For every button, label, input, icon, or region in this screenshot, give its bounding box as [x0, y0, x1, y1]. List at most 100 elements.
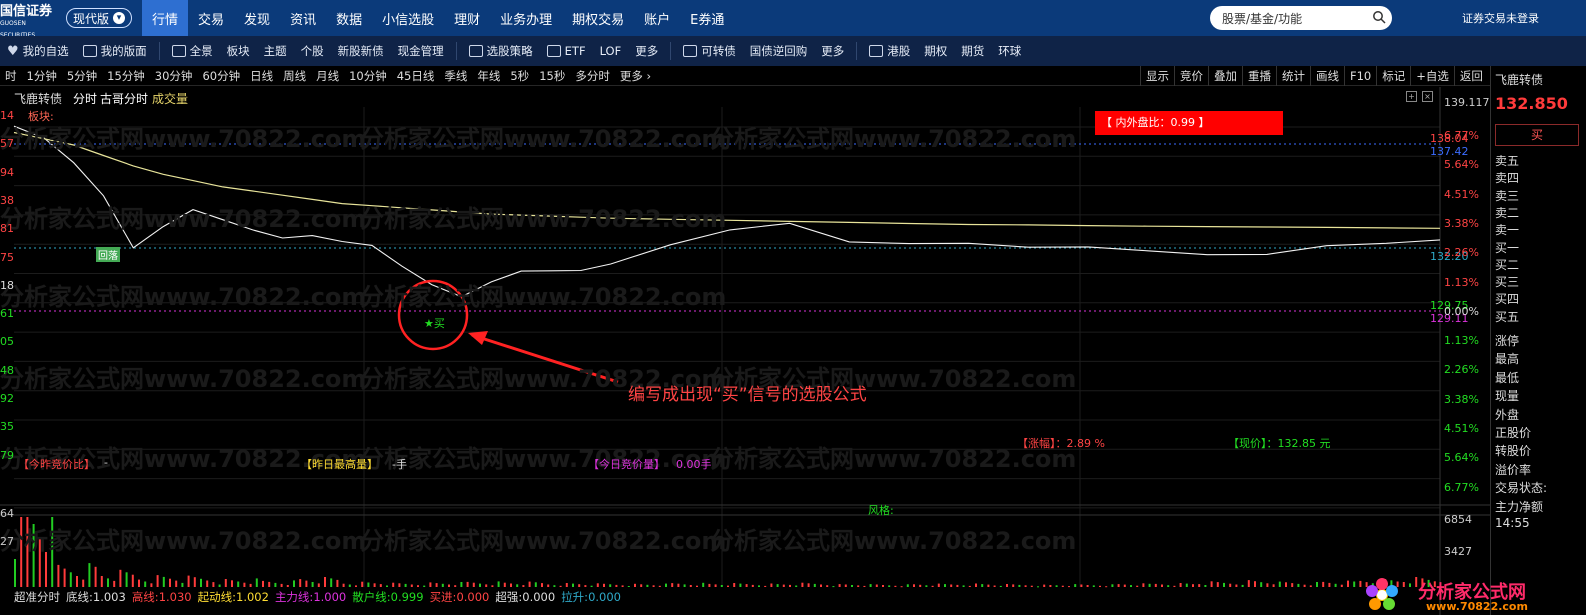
- volume-bar: [987, 584, 990, 587]
- volume-bar: [231, 580, 233, 587]
- watermark-text: 分析家公式网www.70822.com: [710, 125, 1076, 153]
- menu-item[interactable]: 小信选股: [372, 0, 444, 36]
- menu-item[interactable]: 期权交易: [562, 0, 634, 36]
- volume-bar: [1061, 585, 1064, 587]
- percent-axis-label: 6.77%: [1444, 480, 1479, 494]
- tool-button[interactable]: 叠加: [1208, 66, 1242, 86]
- menu-item[interactable]: 资讯: [280, 0, 326, 36]
- subbar-item[interactable]: 环球: [991, 43, 1028, 59]
- period-tab[interactable]: 60分钟: [197, 68, 245, 84]
- version-switch[interactable]: 现代版 ▾: [66, 8, 133, 28]
- tool-button[interactable]: 标记: [1376, 66, 1410, 86]
- tool-button[interactable]: +自选: [1410, 66, 1454, 86]
- volume-bar: [590, 585, 593, 587]
- search-icon[interactable]: [1372, 10, 1386, 27]
- period-tab[interactable]: 月线: [311, 68, 344, 84]
- menu-item[interactable]: 交易: [188, 0, 234, 36]
- quote-panel: 飞鹿转债 132.850 买 卖五 卖四 卖三 卖二 卖一 买一 买二 买三 买四 买五 涨停 最高…: [1490, 66, 1586, 615]
- indicator-item: 底线:1.003: [66, 589, 126, 605]
- tab-fenshi[interactable]: 分时: [73, 90, 97, 107]
- volume-bar: [795, 585, 798, 587]
- volume-bar: [491, 585, 494, 587]
- subbar-item[interactable]: 我的版面: [76, 43, 154, 59]
- subbar-item[interactable]: 期货: [954, 43, 991, 59]
- menu-item[interactable]: 行情: [142, 0, 189, 36]
- menu-item[interactable]: E券通: [680, 0, 734, 36]
- percent-axis-label: 2.26%: [1444, 246, 1479, 260]
- tab-volume[interactable]: 成交量: [152, 90, 188, 107]
- volume-bar: [1105, 586, 1108, 588]
- period-tab[interactable]: 时: [0, 68, 22, 84]
- subbar-item[interactable]: ETF: [540, 44, 593, 58]
- menu-item[interactable]: 发现: [234, 0, 280, 36]
- volume-bar: [782, 584, 785, 587]
- menu-item[interactable]: 业务办理: [490, 0, 562, 36]
- period-tab[interactable]: 年线: [472, 68, 505, 84]
- period-tab[interactable]: 5分钟: [62, 68, 102, 84]
- subbar-item[interactable]: 更多: [628, 43, 665, 59]
- menu-item[interactable]: 数据: [326, 0, 372, 36]
- period-tab[interactable]: 15分钟: [102, 68, 150, 84]
- tool-button[interactable]: 竞价: [1174, 66, 1208, 86]
- tool-button[interactable]: 统计: [1276, 66, 1310, 86]
- period-tab[interactable]: 30分钟: [150, 68, 198, 84]
- volume-bar: [944, 584, 946, 587]
- order-book-row: 卖二: [1495, 205, 1520, 220]
- subbar-item[interactable]: 国债逆回购: [743, 43, 815, 59]
- intraday-chart[interactable]: 分析家公式网www.70822.com 分析家公式网www.70822.com 分析…: [0, 87, 1490, 615]
- tool-button[interactable]: 返回: [1453, 66, 1488, 86]
- login-status[interactable]: 证券交易未登录: [1462, 10, 1539, 26]
- volume-bar: [999, 585, 1002, 587]
- buy-button[interactable]: 买: [1495, 124, 1579, 146]
- left-axis-label: 48: [0, 363, 14, 377]
- volume-bar: [503, 582, 506, 587]
- subbar-item[interactable]: 板块: [220, 43, 257, 59]
- tool-button[interactable]: 显示: [1140, 66, 1174, 86]
- subbar-item[interactable]: 个股: [294, 43, 331, 59]
- quote-stat-row: 外盘: [1495, 407, 1520, 422]
- search-input[interactable]: 股票/基金/功能: [1222, 10, 1302, 27]
- period-tab[interactable]: 周线: [278, 68, 311, 84]
- volume-bar: [460, 582, 463, 587]
- volume-bar: [1272, 584, 1275, 587]
- subbar-item[interactable]: 现金管理: [391, 43, 451, 59]
- subbar-item[interactable]: 港股: [862, 43, 917, 59]
- subbar-item[interactable]: 选股策略: [462, 43, 540, 59]
- menu-item[interactable]: 账户: [634, 0, 680, 36]
- volume-bar: [603, 583, 605, 587]
- volume-bar: [1111, 584, 1114, 587]
- subbar-item[interactable]: ♥ 我的自选: [0, 43, 76, 59]
- period-tab[interactable]: 45日线: [392, 68, 440, 84]
- period-tab[interactable]: 5秒: [505, 68, 534, 84]
- volume-bar: [621, 585, 624, 587]
- volume-bar: [361, 581, 364, 587]
- period-tab[interactable]: 季线: [439, 68, 472, 84]
- subbar-item[interactable]: 主题: [257, 43, 294, 59]
- volume-bar: [156, 575, 159, 587]
- period-tab[interactable]: 多分时: [570, 68, 615, 84]
- tool-button[interactable]: 重播: [1242, 66, 1276, 86]
- subbar-item[interactable]: 期权: [917, 43, 954, 59]
- tool-button[interactable]: F10: [1344, 66, 1376, 86]
- subbar-item[interactable]: 全景: [165, 43, 220, 59]
- close-icon[interactable]: ×: [1422, 91, 1433, 102]
- period-tab[interactable]: 日线: [245, 68, 278, 84]
- percent-axis-label: 4.51%: [1444, 187, 1479, 201]
- period-tab[interactable]: 1分钟: [22, 68, 62, 84]
- settings-icon[interactable]: +: [1406, 91, 1417, 102]
- volume-bar: [1235, 584, 1238, 587]
- subbar-item[interactable]: 更多: [814, 43, 851, 59]
- volume-bar: [1192, 584, 1194, 587]
- tab-guge-fenshi[interactable]: 古哥分时: [100, 90, 148, 107]
- subbar-item[interactable]: LOF: [593, 44, 629, 58]
- volume-bar: [1328, 582, 1331, 587]
- volume-bar: [534, 582, 537, 587]
- period-tab[interactable]: 更多 ›: [615, 68, 656, 84]
- subbar-item[interactable]: 可转债: [676, 43, 743, 59]
- period-tab[interactable]: 15秒: [534, 68, 570, 84]
- subbar-item[interactable]: 新股新债: [331, 43, 391, 59]
- search-box[interactable]: 股票/基金/功能: [1210, 6, 1392, 30]
- period-tab[interactable]: 10分钟: [344, 68, 392, 84]
- tool-button[interactable]: 画线: [1310, 66, 1344, 86]
- menu-item[interactable]: 理财: [444, 0, 490, 36]
